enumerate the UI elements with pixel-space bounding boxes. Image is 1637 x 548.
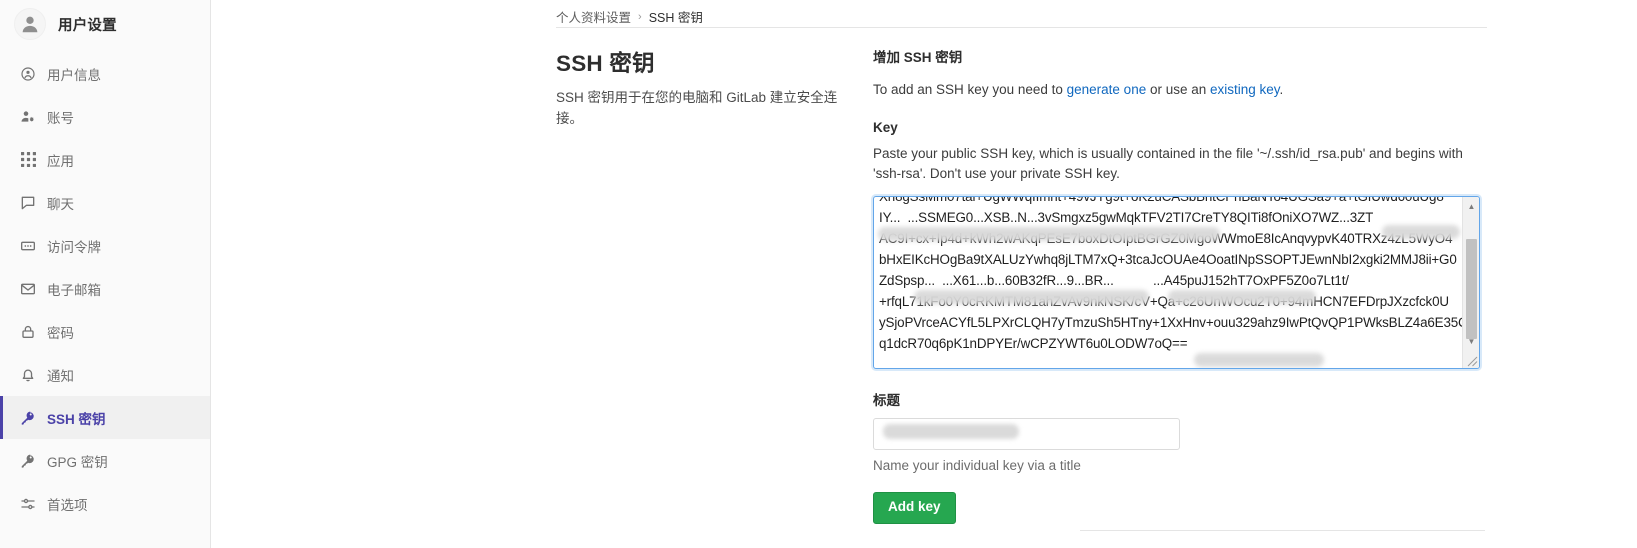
breadcrumb-root-link[interactable]: 个人资料设置 xyxy=(556,7,631,26)
scrollbar-thumb[interactable] xyxy=(1466,239,1477,340)
form-intro-text: To add an SSH key you need to generate o… xyxy=(873,80,1485,100)
ssh-key-line: ZdSpsp... ...X61...b...60B32fR...9...BR.… xyxy=(879,273,1349,289)
sidebar-item-label: 聊天 xyxy=(47,196,74,212)
title-input[interactable] xyxy=(873,418,1180,451)
sidebar-item-label: 用户信息 xyxy=(47,67,101,83)
profile-circle-icon xyxy=(20,66,36,82)
sidebar-item-label: 电子邮箱 xyxy=(47,282,101,298)
sidebar-item-label: 首选项 xyxy=(47,497,88,513)
textarea-scrollbar[interactable]: ▲ ▼ xyxy=(1462,197,1479,369)
sidebar-item-label: 密码 xyxy=(47,325,74,341)
intro-text-before: To add an SSH key you need to xyxy=(873,82,1067,97)
key-icon xyxy=(20,453,36,469)
title-field-hint: Name your individual key via a title xyxy=(873,458,1081,474)
key-field-help: Paste your public SSH key, which is usua… xyxy=(873,145,1463,181)
ssh-key-line: ySjoPVrceACYfL5LPXrCLQH7yTmzuSh5HTny+1Xx… xyxy=(879,315,1462,331)
page-title: SSH 密钥 xyxy=(556,51,655,76)
section-description-column: SSH 密钥 SSH 密钥用于在您的电脑和 GitLab 建立安全连接。 xyxy=(556,46,873,524)
sidebar-item-emails[interactable]: 电子邮箱 xyxy=(0,267,210,310)
ssh-key-line: Xh8gSsMm07tai+UgWWqIImht+49vJYg9t+oK2uCA… xyxy=(879,197,1458,207)
sidebar-item-account[interactable]: 账号 xyxy=(0,95,210,138)
form-heading: 增加 SSH 密钥 xyxy=(873,50,963,65)
ssh-key-line: q1dcR70q6pK1nDPYEr/wCPZYWT6u0LODW7oQ== xyxy=(879,336,1231,352)
ssh-key-textarea-content: Xh8gSsMm07tai+UgWWqIImht+49vJYg9t+oK2uCA… xyxy=(874,197,1462,368)
add-key-button[interactable]: Add key xyxy=(873,492,956,524)
sidebar-item-applications[interactable]: 应用 xyxy=(0,138,210,181)
main-content: 个人资料设置 › SSH 密钥 SSH 密钥 SSH 密钥用于在您的电脑和 Gi… xyxy=(211,0,1637,548)
account-gear-icon xyxy=(20,109,36,125)
intro-text-middle: or use an xyxy=(1146,82,1211,97)
section-description: SSH 密钥用于在您的电脑和 GitLab 建立安全连接。 xyxy=(556,90,838,126)
redaction-overlay xyxy=(914,290,1149,305)
redaction-overlay xyxy=(1382,225,1460,240)
bell-icon xyxy=(20,367,36,383)
sidebar-title: 用户设置 xyxy=(58,17,117,34)
sidebar-item-label: GPG 密钥 xyxy=(47,454,108,470)
redaction-overlay xyxy=(1168,290,1316,305)
intro-text-after: . xyxy=(1279,82,1284,97)
ssh-key-line: bHxEIKcHOgBa9tXALUzYwhq8jLTM7xQ+3tcaJcOU… xyxy=(879,252,1457,268)
redaction-overlay xyxy=(883,424,1019,440)
sidebar-item-preferences[interactable]: 首选项 xyxy=(0,482,210,525)
sidebar-item-notifications[interactable]: 通知 xyxy=(0,353,210,396)
lock-icon xyxy=(20,324,36,340)
ssh-key-textarea[interactable]: Xh8gSsMm07tai+UgWWqIImht+49vJYg9t+oK2uCA… xyxy=(873,196,1480,370)
scroll-up-arrow-icon[interactable]: ▲ xyxy=(1463,198,1479,215)
key-icon xyxy=(20,410,36,426)
sidebar-header: 用户设置 xyxy=(0,0,210,48)
existing-key-link[interactable]: existing key xyxy=(1210,82,1280,97)
sliders-icon xyxy=(20,496,36,512)
sidebar-item-label: SSH 密钥 xyxy=(47,411,106,427)
redaction-overlay xyxy=(878,227,1220,242)
sidebar-item-label: 应用 xyxy=(47,153,74,169)
title-field-label: 标题 xyxy=(873,393,900,409)
textarea-resize-handle-icon[interactable] xyxy=(1463,352,1478,367)
sidebar-item-gpg-keys[interactable]: GPG 密钥 xyxy=(0,439,210,482)
sidebar-item-label: 通知 xyxy=(47,368,74,384)
sidebar-item-user-info[interactable]: 用户信息 xyxy=(0,52,210,95)
envelope-icon xyxy=(20,281,36,297)
user-avatar-icon xyxy=(14,8,46,40)
sidebar-item-ssh-keys[interactable]: SSH 密钥 xyxy=(0,396,210,439)
sidebar-item-password[interactable]: 密码 xyxy=(0,310,210,353)
chat-bubble-icon xyxy=(20,195,36,211)
redaction-overlay xyxy=(1194,353,1324,368)
sidebar-nav: 用户信息 账号 应用 聊天 访问令牌 电子邮箱 密码 通知 SSH 密钥 GPG… xyxy=(0,52,210,525)
ssh-key-line: IY... ...SSMEG0...XSB..N...3vSmgxz5gwMqk… xyxy=(879,210,1374,226)
breadcrumb-separator: › xyxy=(638,10,642,23)
settings-sidebar: 用户设置 用户信息 账号 应用 聊天 访问令牌 电子邮箱 密码 通知 SSH 密… xyxy=(0,0,211,548)
breadcrumb-current: SSH 密钥 xyxy=(648,11,703,25)
sidebar-item-access-tokens[interactable]: 访问令牌 xyxy=(0,224,210,267)
breadcrumb: 个人资料设置 › SSH 密钥 xyxy=(211,0,1637,27)
scroll-down-arrow-icon[interactable]: ▼ xyxy=(1463,333,1479,350)
sidebar-item-chat[interactable]: 聊天 xyxy=(0,181,210,224)
add-ssh-key-form: 增加 SSH 密钥 To add an SSH key you need to … xyxy=(873,46,1485,524)
sidebar-item-label: 访问令牌 xyxy=(47,239,101,255)
generate-one-link[interactable]: generate one xyxy=(1067,82,1147,97)
settings-content: SSH 密钥 SSH 密钥用于在您的电脑和 GitLab 建立安全连接。 增加 … xyxy=(211,28,1637,524)
key-field-label: Key xyxy=(873,119,898,135)
ssh-keys-page: 用户设置 用户信息 账号 应用 聊天 访问令牌 电子邮箱 密码 通知 SSH 密… xyxy=(0,0,1637,548)
bottom-divider xyxy=(1080,530,1485,531)
token-card-icon xyxy=(20,238,36,254)
sidebar-item-label: 账号 xyxy=(47,110,74,126)
apps-grid-icon xyxy=(20,152,36,168)
